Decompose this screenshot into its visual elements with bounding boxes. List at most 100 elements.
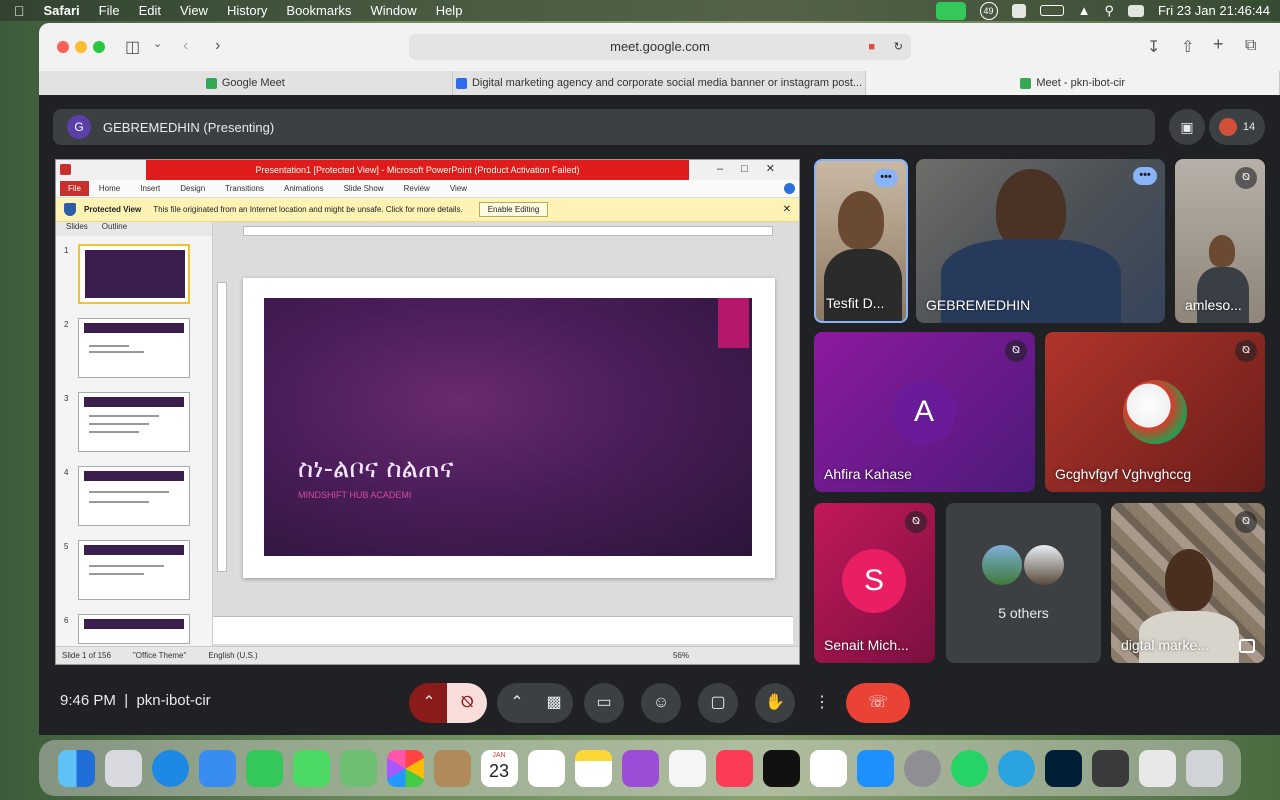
participants-button[interactable]: 14 [1209,109,1265,145]
wifi-icon[interactable]: ▲ [1078,3,1091,18]
control-center-icon[interactable] [1127,4,1144,17]
slide-thumbnail[interactable] [78,614,190,644]
facetime-icon[interactable] [245,749,283,787]
slide-thumbnail[interactable] [78,392,190,452]
minimize-window-button[interactable] [75,41,87,53]
downloads-stack-icon[interactable] [1138,749,1176,787]
tab-meet-call[interactable]: Meet - pkn-ibot-cir [866,71,1280,95]
back-icon[interactable]: ‹ [183,37,188,55]
ppt-tab-view[interactable]: View [450,184,467,193]
download-icon[interactable]: ↧ [1147,37,1160,57]
podcasts-icon[interactable] [621,749,659,787]
ppt-tab-home[interactable]: Home [99,184,120,193]
safari-icon[interactable] [151,749,189,787]
music-icon[interactable] [715,749,753,787]
sidebar-icon[interactable]: ◫ [125,37,140,57]
calendar-icon[interactable]: JAN 23 [480,749,518,787]
tab-outline[interactable]: Outline [102,222,127,236]
cast-icon[interactable]: ▣ [1169,109,1205,145]
freeform-icon[interactable] [668,749,706,787]
more-options-button[interactable]: ⋮ [809,683,835,723]
menu-safari[interactable]: Safari [44,3,80,18]
participant-tile[interactable]: ⦰ digtal marke... [1111,503,1265,663]
participant-tile[interactable]: ⦰ Gcghvfgvf Vghvghccg [1045,332,1265,492]
shared-screen-powerpoint[interactable]: Presentation1 [Protected View] - Microso… [55,159,800,665]
participant-tile[interactable]: ⦰ amleso... [1175,159,1265,323]
share-icon[interactable]: ⇧ [1181,37,1194,57]
reminders-icon[interactable] [527,749,565,787]
photoshop-icon[interactable] [1044,749,1082,787]
raise-hand-button[interactable]: ✋ [755,683,795,723]
search-icon[interactable]: ⚲ [1104,3,1114,19]
datetime[interactable]: Fri 23 Jan 21:46:44 [1158,3,1270,18]
ppt-tab-review[interactable]: Review [404,184,430,193]
trash-icon[interactable] [1185,749,1223,787]
apple-tv-icon[interactable] [762,749,800,787]
slide-thumbnail[interactable] [78,244,190,304]
menu-help[interactable]: Help [436,3,463,18]
maps-icon[interactable] [339,749,377,787]
end-call-button[interactable]: ☏ [846,683,910,723]
slide-thumbnail[interactable] [78,318,190,378]
camera-active-icon[interactable]: ■ [868,34,875,60]
ppt-tab-animations[interactable]: Animations [284,184,324,193]
close-window-button[interactable] [57,41,69,53]
photos-icon[interactable] [386,749,424,787]
powerpoint-icon[interactable] [809,749,847,787]
forward-icon[interactable]: › [215,37,220,55]
ppt-tab-transitions[interactable]: Transitions [225,184,264,193]
participant-tile[interactable]: S ⦰ Senait Mich... [814,503,935,663]
participant-tile[interactable]: ••• Tesfit D... [814,159,908,323]
menu-view[interactable]: View [180,3,208,18]
mic-toggle-button[interactable]: ⦰ [447,683,487,723]
apple-icon[interactable]:  [14,3,25,19]
new-tab-icon[interactable]: + [1213,34,1224,55]
menu-edit[interactable]: Edit [139,3,161,18]
finder-icon[interactable] [57,749,95,787]
close-icon[interactable]: ✕ [783,204,791,215]
participant-tile[interactable]: ••• GEBREMEDHIN [916,159,1165,323]
help-icon[interactable] [784,183,795,194]
reload-icon[interactable]: ↻ [894,34,903,60]
ppt-window-controls[interactable]: –□✕ [717,162,793,175]
zoom-window-button[interactable] [93,41,105,53]
zoom-level[interactable]: 56% [673,651,689,660]
recent-window-icon[interactable] [1091,749,1129,787]
menu-history[interactable]: History [227,3,267,18]
participant-tile[interactable]: A ⦰ Ahfira Kahase [814,332,1035,492]
notes-pane[interactable] [213,616,793,644]
protected-view-message[interactable]: This file originated from an Internet lo… [153,205,463,214]
pin-icon[interactable] [1239,639,1255,653]
whatsapp-icon[interactable] [950,749,988,787]
ppt-file-tab[interactable]: File [60,181,89,196]
slide-thumbnail[interactable] [78,466,190,526]
launchpad-icon[interactable] [104,749,142,787]
system-settings-icon[interactable] [903,749,941,787]
app-store-icon[interactable] [856,749,894,787]
messages-icon[interactable] [292,749,330,787]
app-menu-icon[interactable] [1011,3,1026,18]
address-bar[interactable]: meet.google.com ■ ↻ [409,34,911,60]
notes-icon[interactable] [574,749,612,787]
tab-overview-icon[interactable]: ⧉ [1245,37,1256,55]
ppt-tab-slideshow[interactable]: Slide Show [344,184,384,193]
ppt-tab-insert[interactable]: Insert [140,184,160,193]
slide-thumbnail[interactable] [78,540,190,600]
status-badge[interactable]: 49 [979,1,998,20]
ppt-tab-design[interactable]: Design [180,184,205,193]
mail-icon[interactable] [198,749,236,787]
emoji-reaction-button[interactable]: ☺ [641,683,681,723]
mic-options-button[interactable]: ⌃ [409,683,449,723]
tab-digital-marketing[interactable]: Digital marketing agency and corporate s… [453,71,867,95]
telegram-icon[interactable] [997,749,1035,787]
contacts-icon[interactable] [433,749,471,787]
enable-editing-button[interactable]: Enable Editing [478,202,549,217]
camera-toggle-button[interactable]: ▩ [535,683,573,723]
current-slide[interactable]: ስነ-ልቦና ስልጠና MINDSHIFT HUB ACADEMI [243,278,775,578]
captions-button[interactable]: ▢ [698,683,738,723]
camera-options-button[interactable]: ⌃ [497,683,537,723]
present-screen-button[interactable]: ▭ [584,683,624,723]
camera-in-use-icon[interactable] [935,1,966,20]
tab-slides[interactable]: Slides [66,222,88,236]
tab-google-meet[interactable]: Google Meet [39,71,453,95]
